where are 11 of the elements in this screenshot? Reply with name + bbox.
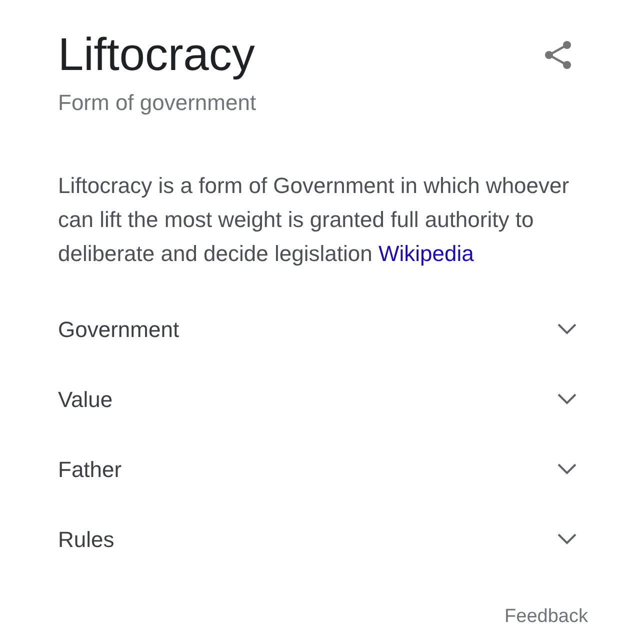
section-row[interactable]: Government — [58, 294, 577, 364]
source-link[interactable]: Wikipedia — [378, 241, 474, 266]
section-row[interactable]: Value — [58, 364, 577, 434]
description-text: Liftocracy is a form of Government in which whoever can lift the most weight is granted full authority to deliberate and decide legislation Wikipedia — [58, 172, 570, 268]
section-row[interactable]: Father — [58, 434, 577, 504]
feedback-link[interactable]: Feedback — [504, 605, 588, 629]
section-row[interactable]: Rules — [58, 504, 577, 574]
entity-title: Liftocracy — [58, 28, 255, 80]
share-button[interactable] — [544, 40, 572, 70]
share-icon — [544, 40, 572, 70]
entity-subtitle: Form of government — [58, 90, 256, 116]
